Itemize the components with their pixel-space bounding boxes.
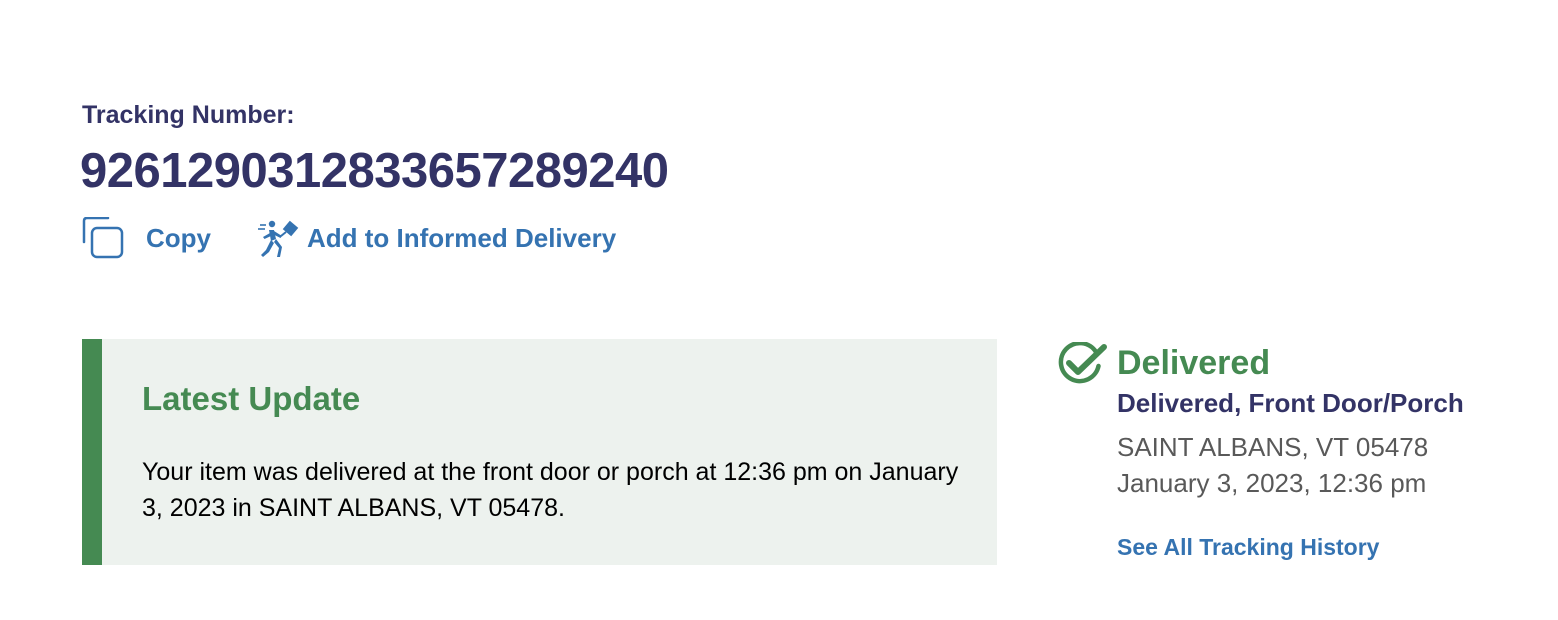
copy-label: Copy	[146, 223, 211, 253]
tracking-actions: Copy Add to Informed Delivery	[82, 216, 616, 260]
see-all-tracking-history-link[interactable]: See All Tracking History	[1117, 533, 1379, 561]
mail-carrier-icon	[258, 220, 299, 257]
copy-icon	[82, 217, 124, 259]
check-circle-icon	[1058, 342, 1107, 384]
copy-button[interactable]: Copy	[82, 217, 211, 259]
tracking-number-label: Tracking Number:	[82, 101, 295, 129]
latest-update-title: Latest Update	[142, 380, 361, 417]
latest-update-panel: Latest Update Your item was delivered at…	[82, 339, 997, 565]
status-location: SAINT ALBANS, VT 05478	[1117, 432, 1429, 462]
informed-delivery-label: Add to Informed Delivery	[307, 223, 617, 253]
add-to-informed-delivery-button[interactable]: Add to Informed Delivery	[257, 217, 616, 259]
status-datetime: January 3, 2023, 12:36 pm	[1117, 468, 1427, 498]
status-detail: Delivered, Front Door/Porch	[1117, 388, 1464, 418]
latest-update-text: Your item was delivered at the front doo…	[142, 458, 959, 522]
status-title: Delivered	[1117, 344, 1271, 382]
tracking-number: 9261290312833657289240	[80, 144, 669, 198]
